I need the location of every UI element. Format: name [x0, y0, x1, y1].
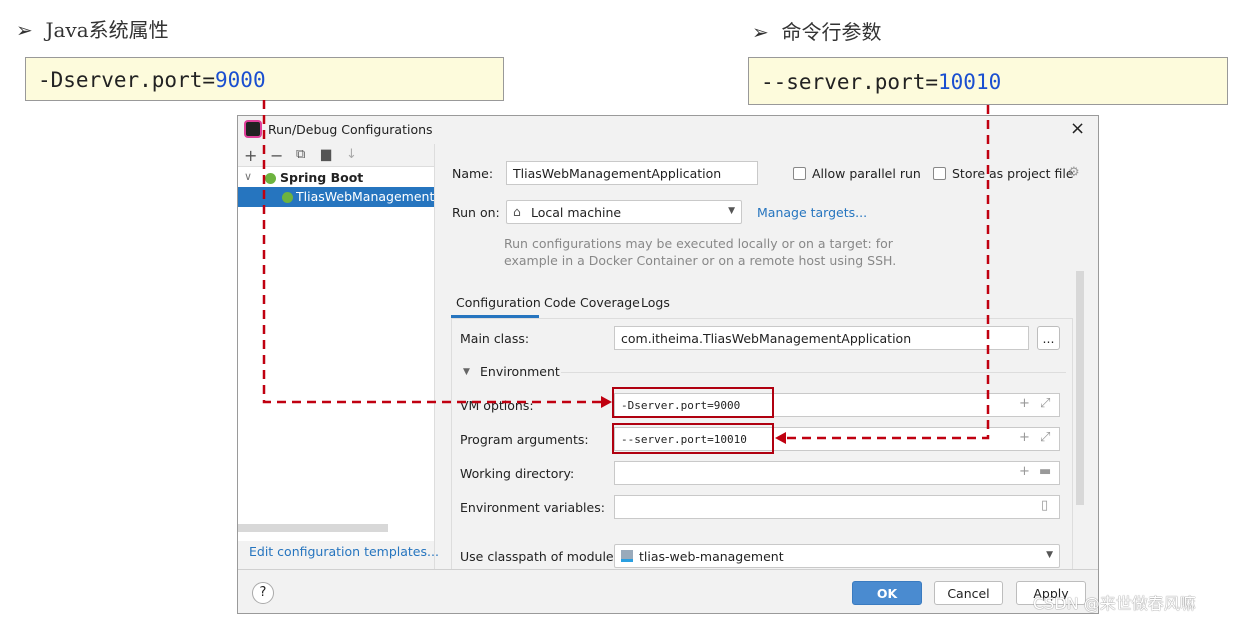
arrowhead-left [775, 432, 786, 444]
arrow-system-property [262, 100, 602, 404]
arrow-command-line [786, 105, 990, 440]
watermark: CSDN @来世做春风嘛 [1033, 594, 1196, 613]
arrowhead-right [601, 396, 612, 408]
annotation-arrows [262, 100, 990, 444]
